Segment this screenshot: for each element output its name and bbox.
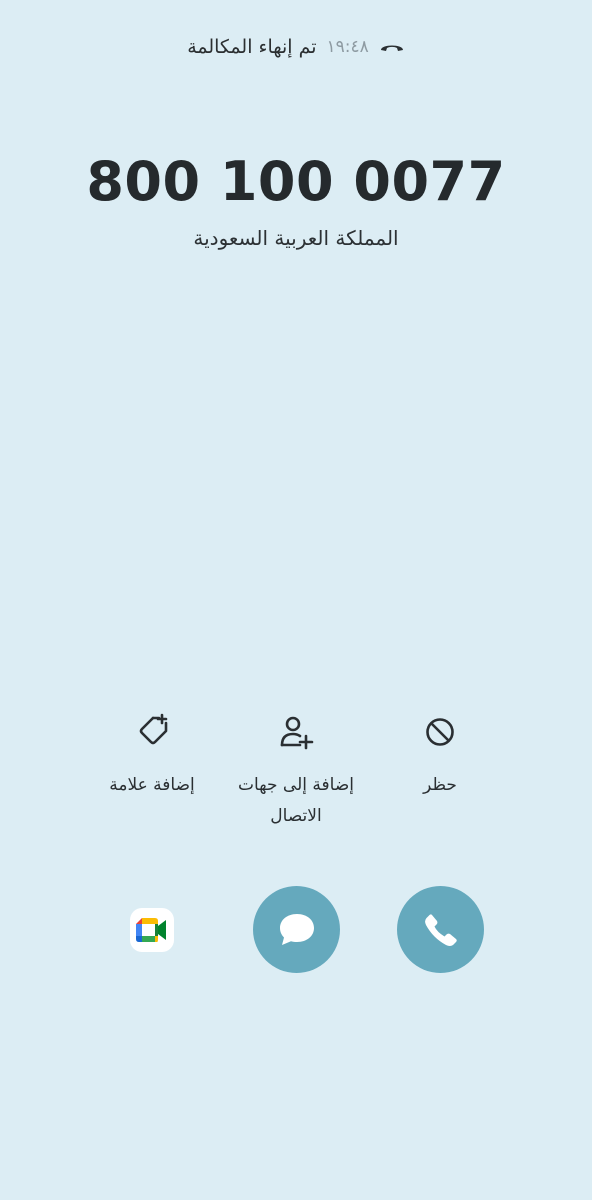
google-meet-button[interactable] [130, 908, 174, 952]
caller-number: 800 100 0077 [86, 150, 506, 213]
call-status-time: ١٩:٤٨ [326, 37, 369, 57]
google-meet-icon [135, 915, 169, 945]
tag-add-icon [132, 712, 172, 752]
call-status-text: تم إنهاء المكالمة [187, 36, 317, 58]
phone-icon [421, 910, 461, 950]
end-call-icon [379, 38, 405, 56]
block-label: حظر [423, 775, 457, 795]
person-add-icon [276, 712, 316, 752]
call-status-bar: تم إنهاء المكالمة ١٩:٤٨ [0, 32, 592, 62]
add-tag-action[interactable]: إضافة علامة [77, 712, 227, 801]
block-icon [420, 712, 460, 752]
message-icon [277, 911, 317, 949]
add-tag-label: إضافة علامة [109, 775, 195, 795]
message-button[interactable] [253, 886, 340, 973]
add-to-contacts-action[interactable]: إضافة إلى جهات الاتصال [221, 712, 371, 832]
block-action[interactable]: حظر [365, 712, 515, 801]
add-to-contacts-label: إضافة إلى جهات الاتصال [238, 775, 354, 826]
caller-country: المملكة العربية السعودية [193, 226, 399, 250]
call-button[interactable] [397, 886, 484, 973]
